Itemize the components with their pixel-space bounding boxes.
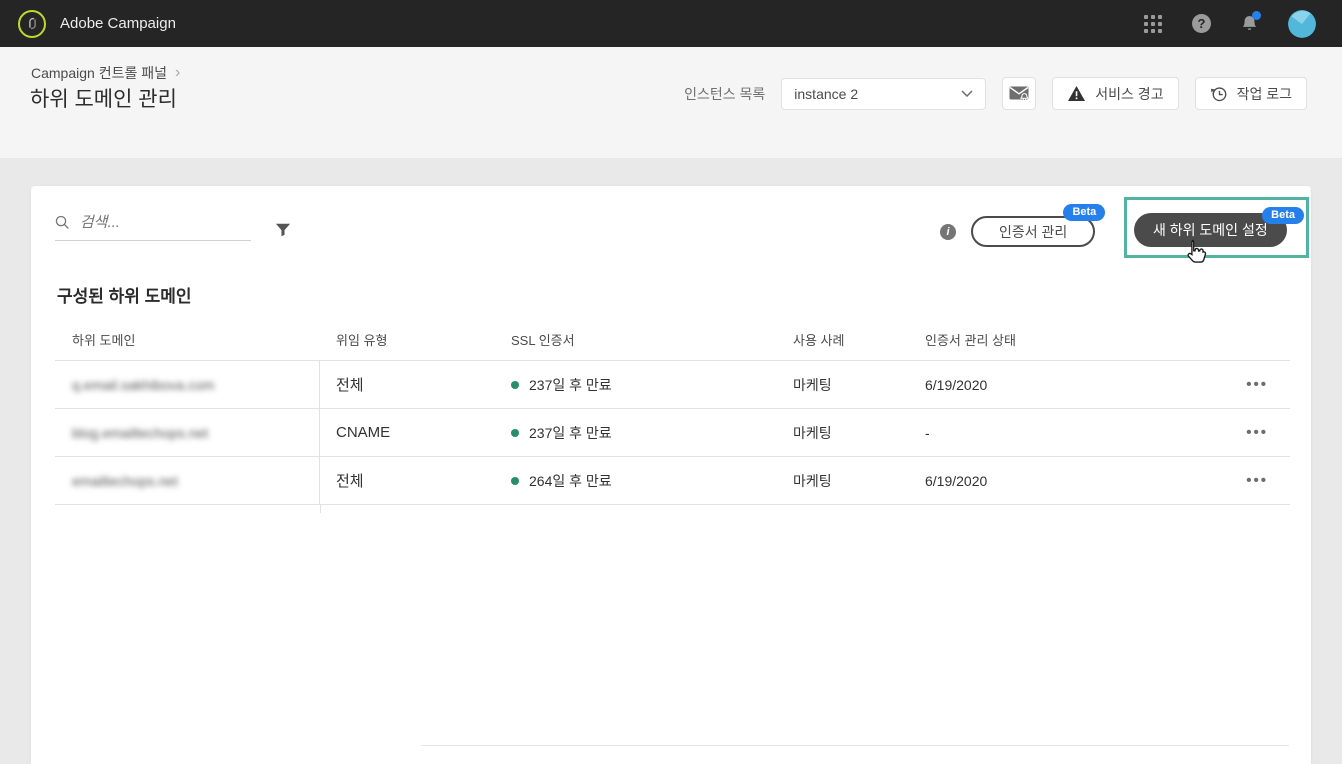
ssl-expiry: 237일 후 만료 [529, 376, 612, 393]
deliverability-mail-button[interactable] [1002, 77, 1037, 110]
header-controls: 인스턴스 목록 instance 2 서비스 경고 작업 로그 [684, 77, 1307, 110]
cert-status-date: - [925, 424, 930, 441]
annotation-highlight-box: 새 하위 도메인 설정 Beta [1124, 197, 1309, 258]
delegation-type: 전체 [336, 473, 364, 490]
subdomain-name: blog.emailtechops.net [72, 424, 209, 441]
cert-status-date: 6/19/2020 [925, 376, 988, 393]
job-history-clock-icon [1210, 86, 1226, 101]
new-subdomain-label: 새 하위 도메인 설정 [1153, 222, 1268, 238]
table-row[interactable]: emailtechops.net 전체 264일 후 만료 마케팅 6/19/2… [55, 457, 1290, 505]
notifications-bell-icon[interactable] [1241, 11, 1261, 33]
topbar: Adobe Campaign ? [0, 0, 1342, 47]
job-logs-label: 작업 로그 [1236, 85, 1292, 102]
cert-status-date: 6/19/2020 [925, 472, 988, 489]
subdomain-name: emailtechops.net [72, 472, 178, 489]
ssl-status-dot [511, 428, 519, 437]
adobe-campaign-logo-icon [18, 9, 46, 38]
table-row[interactable]: q.email.sakhibova.com 전체 237일 후 만료 마케팅 6… [55, 361, 1290, 409]
divider-line [421, 745, 1289, 746]
info-icon[interactable]: i [940, 224, 956, 240]
app-title: Adobe Campaign [60, 15, 176, 32]
app-grid-icon[interactable] [1144, 14, 1162, 33]
page-header: Campaign 컨트롤 패널 › 하위 도메인 관리 인스턴스 목록 inst… [0, 47, 1342, 158]
notification-dot [1252, 11, 1261, 20]
ssl-expiry: 237일 후 만료 [529, 424, 612, 441]
certificate-manage-label: 인증서 관리 [999, 223, 1068, 240]
service-alerts-button[interactable]: 서비스 경고 [1052, 77, 1179, 110]
col-header-delegation: 위임 유형 [336, 333, 388, 348]
col-header-usecase: 사용 사례 [793, 333, 845, 348]
ssl-expiry: 264일 후 만료 [529, 472, 612, 489]
col-header-certstatus: 인증서 관리 상태 [925, 333, 1016, 348]
table-row[interactable]: blog.emailtechops.net CNAME 237일 후 만료 마케… [55, 409, 1290, 457]
row-actions-menu[interactable]: ••• [1246, 376, 1268, 393]
breadcrumb-link[interactable]: Campaign 컨트롤 패널 [31, 63, 167, 83]
screen: Adobe Campaign ? Campaign 컨트롤 패널 › 하위 도메… [0, 0, 1342, 764]
table-header-row: 하위 도메인 위임 유형 SSL 인증서 사용 사례 인증서 관리 상태 [55, 314, 1290, 361]
col-header-ssl: SSL 인증서 [511, 333, 575, 348]
delegation-type: 전체 [336, 377, 364, 394]
row-actions-menu[interactable]: ••• [1246, 424, 1268, 441]
instance-select[interactable]: instance 2 [781, 77, 987, 110]
subdomains-card: i 인증서 관리 Beta 새 하위 도메인 설정 Beta 구성된 하위 도메… [31, 186, 1311, 764]
avatar[interactable] [1288, 9, 1316, 38]
help-icon[interactable]: ? [1192, 14, 1211, 33]
instance-list-label: 인스턴스 목록 [684, 85, 766, 102]
beta-badge: Beta [1262, 207, 1304, 224]
warning-triangle-icon [1068, 85, 1086, 102]
page-title: 하위 도메인 관리 [30, 88, 177, 111]
service-alerts-label: 서비스 경고 [1095, 85, 1164, 102]
ssl-status-dot [511, 476, 519, 485]
use-case: 마케팅 [793, 424, 832, 441]
chevron-right-icon: › [175, 64, 181, 81]
use-case: 마케팅 [793, 376, 832, 393]
certificate-manage-button[interactable]: 인증서 관리 Beta [971, 204, 1106, 247]
subdomain-name: q.email.sakhibova.com [72, 376, 215, 393]
section-title: 구성된 하위 도메인 [57, 287, 192, 306]
filter-funnel-icon[interactable] [275, 222, 291, 243]
subdomains-table: 하위 도메인 위임 유형 SSL 인증서 사용 사례 인증서 관리 상태 q.e… [55, 314, 1290, 505]
ssl-status-dot [511, 380, 519, 389]
col-header-subdomain: 하위 도메인 [72, 333, 136, 348]
instance-select-value: instance 2 [794, 85, 859, 102]
topbar-actions: ? [1144, 9, 1316, 38]
row-actions-menu[interactable]: ••• [1246, 472, 1268, 489]
delegation-type: CNAME [336, 424, 391, 441]
search-icon [55, 215, 69, 229]
search-field[interactable] [55, 214, 251, 241]
deliverability-mail-icon [1009, 86, 1030, 101]
breadcrumb[interactable]: Campaign 컨트롤 패널 › [31, 63, 180, 83]
job-logs-button[interactable]: 작업 로그 [1194, 77, 1307, 110]
chevron-down-icon [961, 90, 973, 97]
search-input[interactable] [79, 214, 251, 231]
column-divider-stub [320, 505, 321, 513]
use-case: 마케팅 [793, 472, 832, 489]
beta-badge: Beta [1063, 204, 1106, 221]
